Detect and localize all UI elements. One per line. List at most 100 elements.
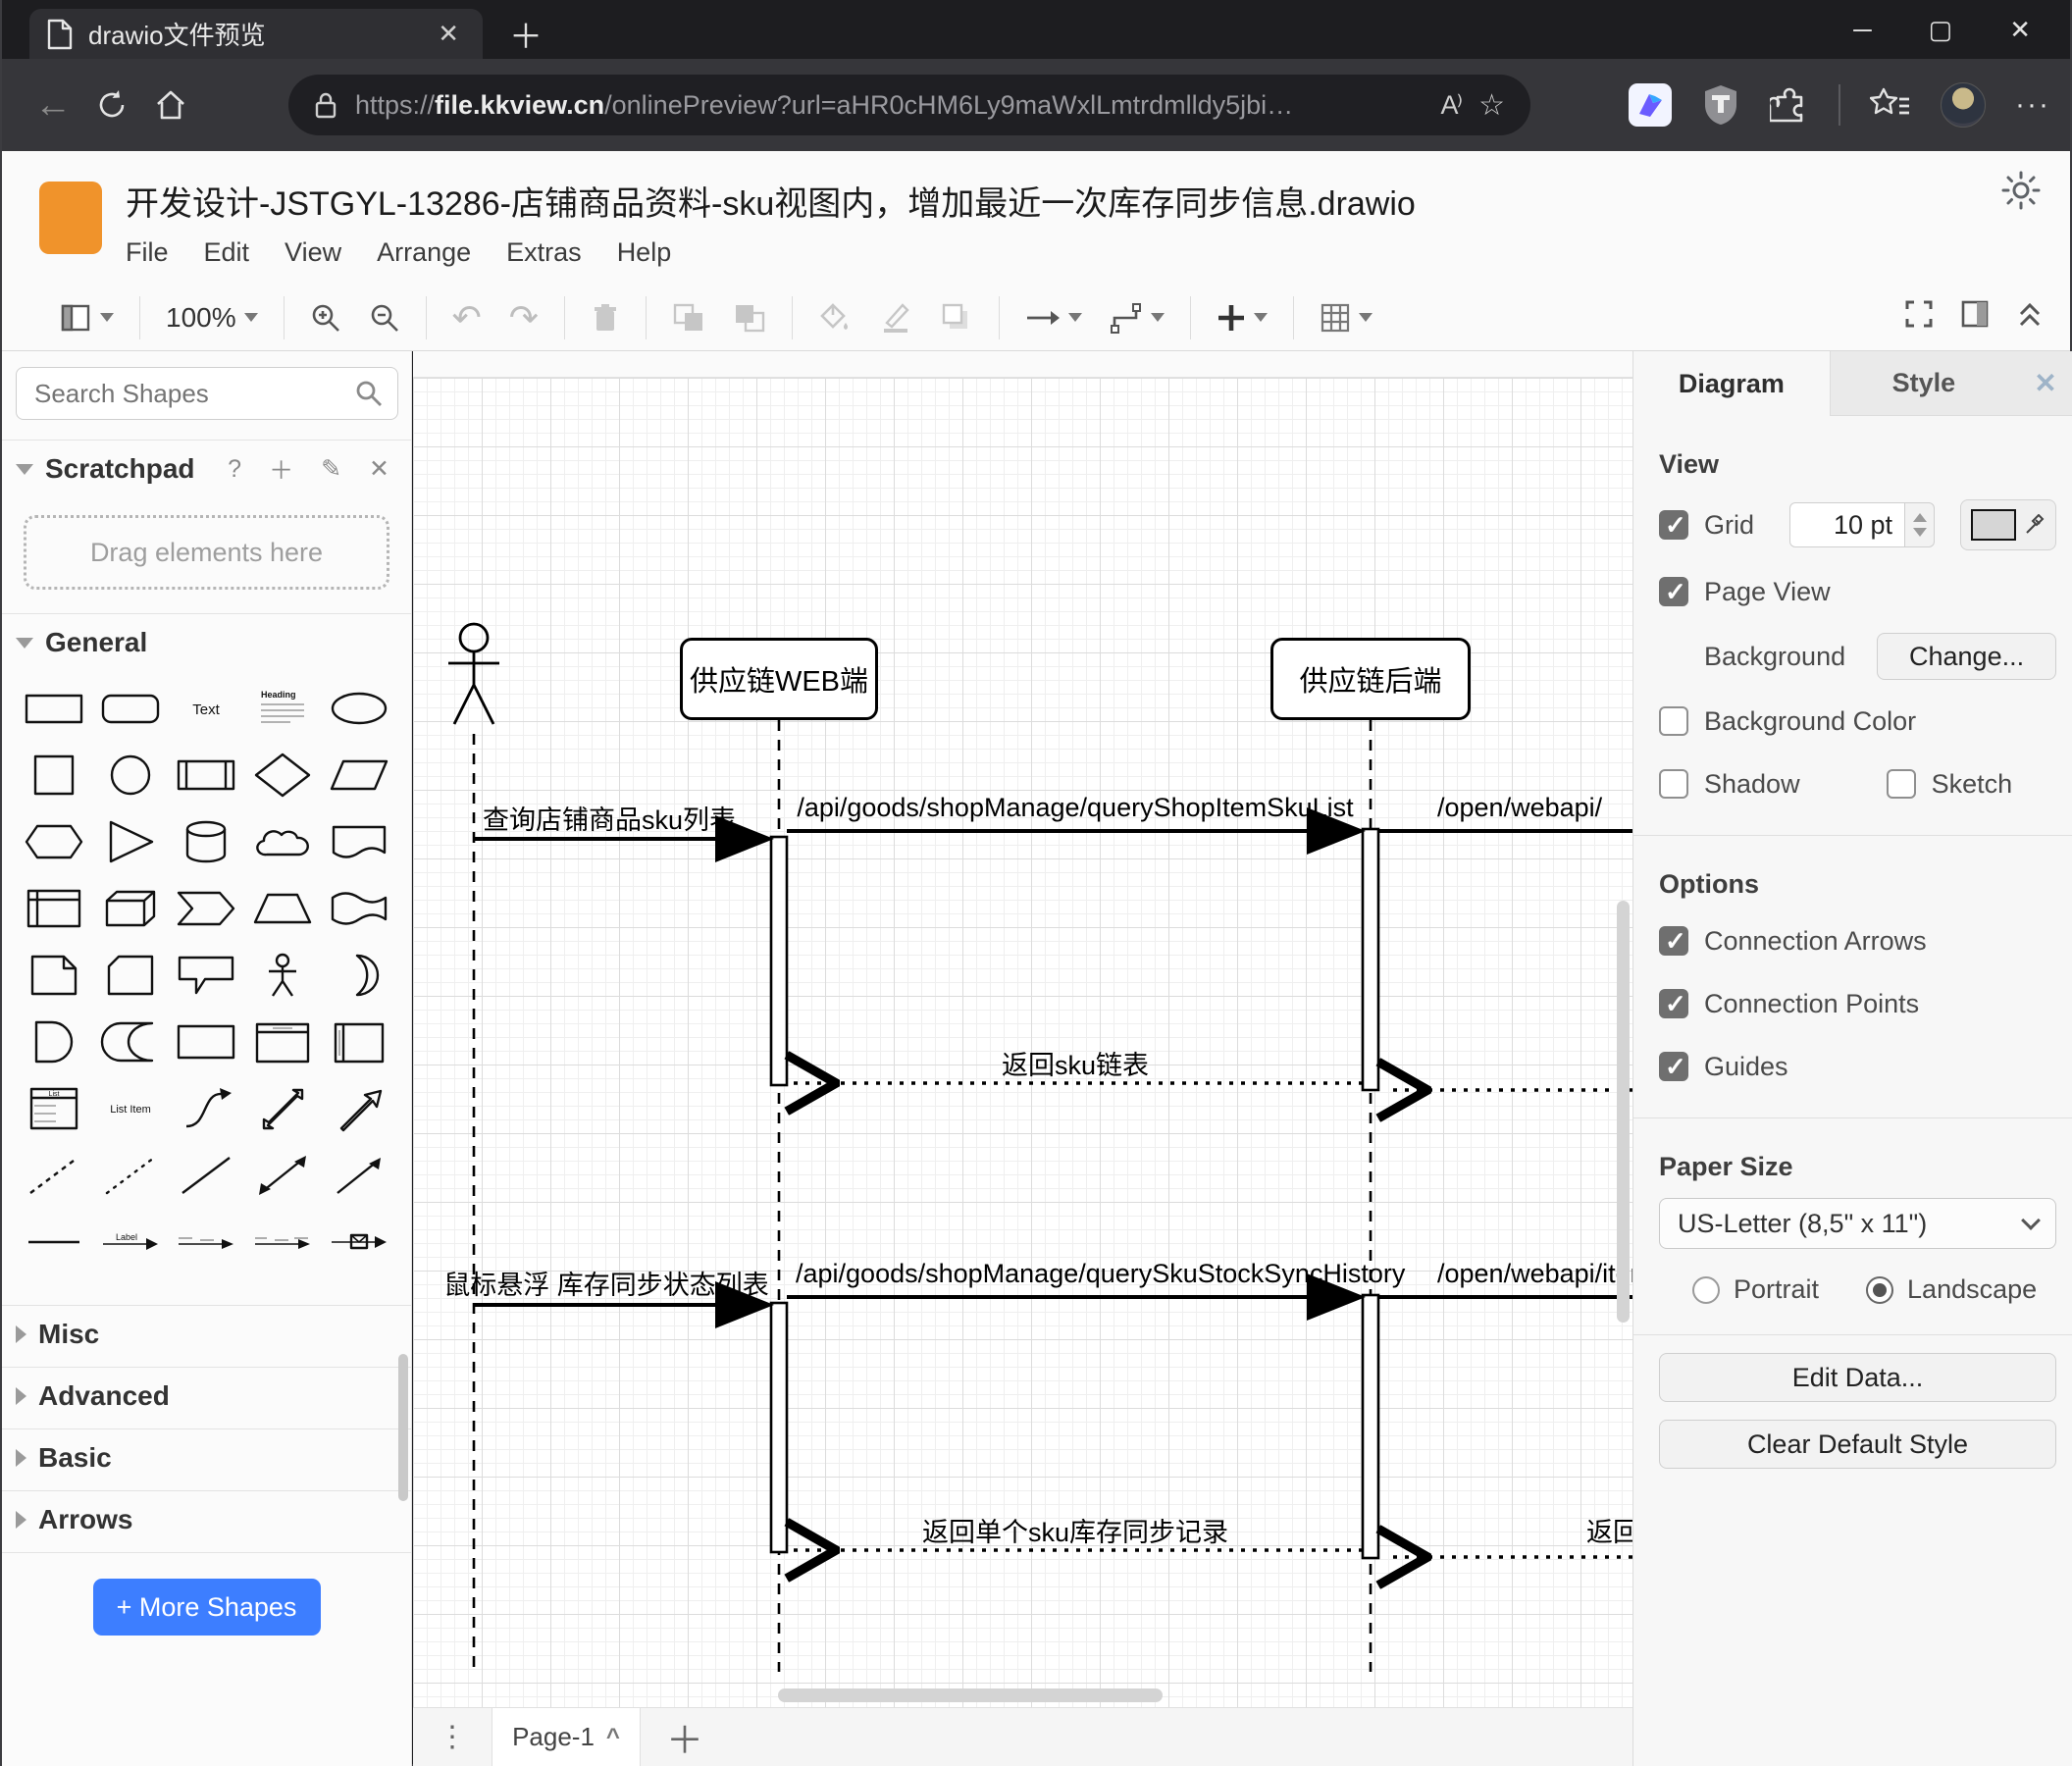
shape-link[interactable] (169, 1213, 245, 1272)
search-icon[interactable] (354, 379, 384, 408)
sketch-checkbox[interactable] (1886, 769, 1916, 799)
shape-horizontal-line[interactable] (16, 1213, 92, 1272)
insert-button[interactable] (1217, 303, 1268, 333)
shape-curve[interactable] (169, 1079, 245, 1138)
shape-cloud[interactable] (244, 812, 321, 871)
shape-heading[interactable]: Heading (244, 679, 321, 738)
menu-help[interactable]: Help (617, 237, 672, 268)
table-button[interactable] (1320, 302, 1373, 334)
home-button[interactable] (141, 76, 200, 134)
redo-button[interactable]: ↷ (509, 297, 539, 338)
shape-bidirectional-arrow[interactable] (244, 1079, 321, 1138)
search-input[interactable] (16, 367, 398, 420)
shape-tape[interactable] (321, 879, 397, 938)
grid-color-button[interactable] (1960, 499, 2056, 550)
browser-tab[interactable]: drawio文件预览 ✕ (29, 9, 483, 59)
view-panel-button[interactable] (61, 303, 114, 333)
portrait-radio[interactable] (1692, 1275, 1720, 1304)
scratchpad-edit-icon[interactable]: ✎ (313, 454, 349, 484)
label-return-sku-list[interactable]: 返回sku链表 (796, 1044, 1355, 1082)
zoom-out-button[interactable] (369, 302, 400, 334)
delete-button[interactable] (591, 302, 620, 334)
label-return-single-sku[interactable]: 返回单个sku库存同步记录 (796, 1511, 1355, 1549)
shape-container-vertical[interactable] (321, 1013, 397, 1071)
shape-rounded-rectangle[interactable] (92, 679, 169, 738)
shape-dashed-line[interactable] (16, 1146, 92, 1205)
menu-view[interactable]: View (285, 237, 341, 268)
background-color-checkbox[interactable] (1659, 706, 1688, 736)
label-return-right[interactable]: 返回 (1586, 1511, 1632, 1549)
shape-square[interactable] (16, 746, 92, 805)
edit-data-button[interactable]: Edit Data... (1659, 1353, 2056, 1402)
shadow-checkbox[interactable] (1659, 769, 1688, 799)
waypoint-style-button[interactable] (1110, 302, 1165, 334)
actor-figure[interactable] (448, 622, 499, 725)
new-tab-button[interactable]: ＋ (504, 12, 547, 56)
shape-link-labels[interactable] (244, 1213, 321, 1272)
guides-checkbox[interactable] (1659, 1052, 1688, 1082)
shape-parallelogram[interactable] (321, 746, 397, 805)
undo-button[interactable]: ↶ (452, 297, 482, 338)
line-color-button[interactable] (879, 301, 912, 335)
participant-web[interactable]: 供应链WEB端 (680, 638, 878, 720)
menu-arrange[interactable]: Arrange (377, 237, 471, 268)
shape-document[interactable] (321, 812, 397, 871)
scratchpad-dropzone[interactable]: Drag elements here (24, 515, 389, 590)
shape-rectangle[interactable] (16, 679, 92, 738)
activation-bars[interactable] (769, 827, 1380, 1560)
add-page-button[interactable]: ＋ (641, 1708, 729, 1766)
shape-line[interactable] (169, 1146, 245, 1205)
sidebar-scrollbar[interactable] (398, 1354, 408, 1501)
label-open-webapi-2[interactable]: /open/webapi/item (1437, 1259, 1632, 1289)
extensions-puzzle-icon[interactable] (1770, 85, 1809, 125)
favorite-star-icon[interactable]: ☆ (1478, 88, 1505, 123)
shape-data-storage[interactable] (92, 1013, 169, 1071)
fill-color-button[interactable] (818, 301, 852, 335)
paper-size-select[interactable]: US-Letter (8,5" x 11") (1659, 1198, 2056, 1249)
shape-list[interactable]: List (16, 1079, 92, 1138)
grid-checkbox[interactable] (1659, 510, 1688, 541)
return-messages[interactable] (794, 1083, 1632, 1557)
collapse-toolbar-icon[interactable] (2015, 298, 2045, 330)
to-front-button[interactable] (672, 302, 705, 334)
shape-triangle[interactable] (92, 812, 169, 871)
to-back-button[interactable] (733, 302, 766, 334)
more-shapes-button[interactable]: + More Shapes (92, 1579, 321, 1636)
shape-directional-arrow[interactable] (321, 1146, 397, 1205)
minimize-button[interactable]: ─ (1853, 15, 1871, 45)
tampermonkey-icon[interactable] (1701, 83, 1740, 127)
page-view-checkbox[interactable] (1659, 577, 1688, 607)
shape-or[interactable] (321, 946, 397, 1005)
address-bar[interactable]: https://file.kkview.cn/onlinePreview?url… (288, 75, 1530, 135)
connection-arrows-checkbox[interactable] (1659, 926, 1688, 957)
connection-points-checkbox[interactable] (1659, 989, 1688, 1019)
bird-extension-icon[interactable] (1629, 83, 1673, 127)
landscape-radio[interactable] (1866, 1275, 1894, 1304)
menu-extras[interactable]: Extras (506, 237, 582, 268)
shape-step[interactable] (169, 879, 245, 938)
section-advanced[interactable]: Advanced (2, 1368, 411, 1425)
format-panel-toggle[interactable] (1960, 298, 1990, 330)
shape-callout[interactable] (169, 946, 245, 1005)
shape-internal-storage[interactable] (16, 879, 92, 938)
grid-size-input[interactable] (1789, 502, 1905, 547)
section-arrows[interactable]: Arrows (2, 1491, 411, 1548)
shape-actor[interactable] (244, 946, 321, 1005)
label-hover-stock-sync[interactable]: 鼠标悬浮 库存同步状态列表 (442, 1264, 770, 1302)
pages-menu-icon[interactable]: ⋮ (413, 1708, 492, 1766)
collections-icon[interactable] (1870, 85, 1911, 125)
shadow-button[interactable] (940, 301, 973, 335)
menu-file[interactable]: File (126, 237, 169, 268)
profile-avatar[interactable] (1941, 82, 1987, 128)
more-menu-icon[interactable]: ··· (2015, 88, 2050, 122)
scratchpad-close-icon[interactable]: ✕ (361, 454, 397, 484)
shape-container-title[interactable] (244, 1013, 321, 1071)
shape-ellipse[interactable] (321, 679, 397, 738)
shape-cylinder[interactable] (169, 812, 245, 871)
shape-hexagon[interactable] (16, 812, 92, 871)
label-api-querySkuStockSyncHistory[interactable]: /api/goods/shopManage/querySkuStockSyncH… (796, 1259, 1405, 1289)
shape-and[interactable] (16, 1013, 92, 1071)
label-query-sku-list[interactable]: 查询店铺商品sku列表 (452, 799, 766, 837)
section-basic[interactable]: Basic (2, 1429, 411, 1486)
shape-trapezoid[interactable] (244, 879, 321, 938)
